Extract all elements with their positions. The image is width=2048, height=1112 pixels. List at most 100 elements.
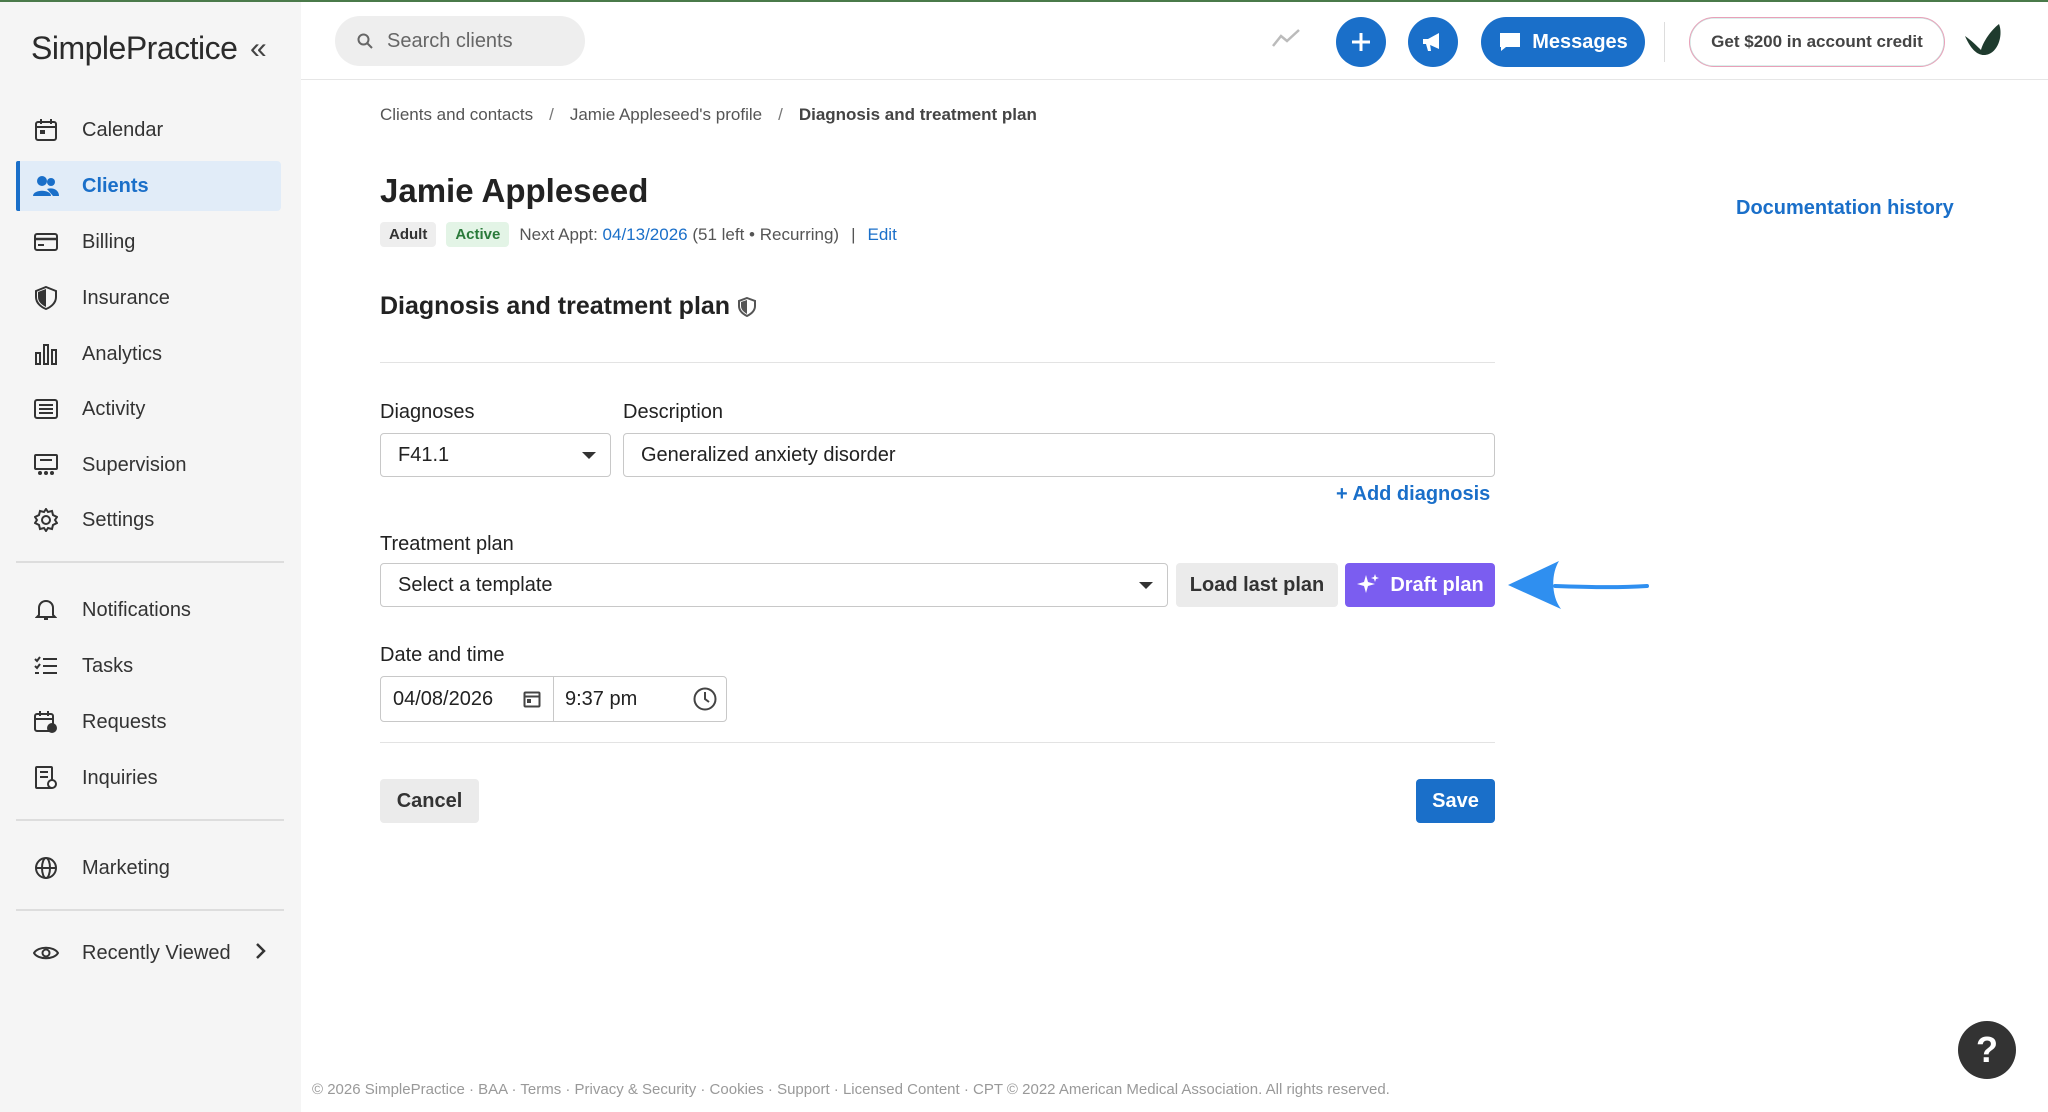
sidebar-item-tasks[interactable]: Tasks — [16, 641, 281, 691]
template-select-value: Select a template — [398, 573, 553, 596]
active-status-badge: Active — [446, 222, 510, 247]
help-button[interactable]: ? — [1958, 1021, 2016, 1079]
topbar-separator — [1664, 22, 1665, 62]
announcements-button[interactable] — [1408, 17, 1458, 67]
cancel-button[interactable]: Cancel — [380, 779, 479, 823]
sidebar-item-clients[interactable]: Clients — [16, 161, 281, 211]
section-divider — [380, 362, 1495, 363]
draft-plan-button[interactable]: Draft plan — [1345, 563, 1495, 607]
sidebar-divider — [16, 561, 284, 563]
sidebar-item-calendar[interactable]: Calendar — [16, 105, 281, 155]
sidebar-item-label: Settings — [82, 508, 155, 531]
next-appt-date-link[interactable]: 04/13/2026 — [603, 225, 688, 245]
sidebar-item-activity[interactable]: Activity — [16, 384, 281, 434]
sidebar-item-notifications[interactable]: Notifications — [16, 585, 281, 635]
sidebar-item-marketing[interactable]: Marketing — [16, 843, 281, 893]
add-diagnosis-button[interactable]: + Add diagnosis — [1336, 483, 1490, 506]
sidebar-item-supervision[interactable]: Supervision — [16, 440, 281, 490]
bell-icon — [32, 596, 60, 624]
form-divider — [380, 742, 1495, 743]
sidebar-divider — [16, 909, 284, 911]
calendar-icon[interactable] — [523, 690, 541, 708]
globe-icon — [32, 854, 60, 882]
diagnosis-code-select[interactable]: F41.1 — [380, 433, 611, 477]
diagnoses-label: Diagnoses — [380, 401, 475, 423]
save-button[interactable]: Save — [1416, 779, 1495, 823]
trend-icon[interactable] — [1271, 26, 1301, 55]
footer-text: © 2026 SimplePractice · BAA · Terms · Pr… — [312, 1081, 1390, 1098]
sidebar-item-requests[interactable]: Requests — [16, 697, 281, 747]
client-name: Jamie Appleseed — [380, 172, 649, 209]
diagnosis-code-value: F41.1 — [398, 443, 450, 466]
meta-separator: | — [851, 224, 856, 244]
supervision-icon — [32, 451, 60, 479]
search-box[interactable] — [335, 16, 585, 66]
sidebar-item-settings[interactable]: Settings — [16, 495, 281, 545]
sidebar-item-label: Tasks — [82, 654, 134, 677]
messages-button[interactable]: Messages — [1481, 17, 1645, 67]
sidebar-item-label: Billing — [82, 230, 136, 253]
collapse-sidebar-icon[interactable]: « — [250, 32, 267, 66]
messages-label: Messages — [1532, 30, 1628, 53]
description-field[interactable]: Generalized anxiety disorder — [623, 433, 1495, 477]
account-credit-button[interactable]: Get $200 in account credit — [1689, 17, 1945, 67]
breadcrumb: Clients and contacts / Jamie Appleseed's… — [380, 105, 1037, 125]
breadcrumb-separator: / — [778, 105, 783, 124]
sparkle-icon — [1356, 573, 1380, 597]
sidebar-item-recently-viewed[interactable]: Recently Viewed — [16, 928, 281, 978]
date-value: 04/08/2026 — [393, 687, 494, 710]
gear-icon — [32, 506, 60, 534]
breadcrumb-current: Diagnosis and treatment plan — [798, 105, 1037, 124]
sidebar-item-analytics[interactable]: Analytics — [16, 329, 281, 379]
sidebar-item-label: Analytics — [82, 342, 163, 365]
sidebar-item-label: Clients — [82, 174, 149, 197]
chat-icon — [1498, 31, 1522, 53]
megaphone-icon — [1423, 33, 1439, 51]
caret-down-icon — [1139, 582, 1153, 589]
caret-down-icon — [582, 452, 596, 459]
clock-icon[interactable] — [692, 686, 718, 712]
avatar[interactable] — [1961, 20, 2005, 69]
pointer-arrow-icon — [1505, 558, 1650, 617]
simplepractice-logo[interactable]: SimplePractice — [31, 30, 238, 67]
calendar-icon — [32, 116, 60, 144]
next-appt-label: Next Appt: — [519, 224, 598, 244]
top-bar: Messages Get $200 in account credit — [301, 0, 2048, 80]
sidebar-item-label: Recently Viewed — [82, 941, 231, 964]
load-last-plan-button[interactable]: Load last plan — [1176, 563, 1338, 607]
date-input[interactable]: 04/08/2026 — [381, 677, 554, 721]
template-select[interactable]: Select a template — [380, 563, 1168, 607]
sidebar-item-label: Marketing — [82, 856, 170, 879]
shield-icon — [32, 284, 60, 312]
description-value: Generalized anxiety disorder — [641, 443, 896, 466]
sidebar-item-inquiries[interactable]: Inquiries — [16, 753, 281, 803]
date-time-field: 04/08/2026 9:37 pm — [380, 676, 727, 722]
sidebar-item-insurance[interactable]: Insurance — [16, 273, 281, 323]
sidebar-item-label: Supervision — [82, 453, 187, 476]
time-input[interactable]: 9:37 pm — [554, 677, 726, 721]
description-label: Description — [623, 401, 724, 423]
clients-icon — [32, 172, 60, 200]
date-time-label: Date and time — [380, 644, 505, 666]
treatment-plan-label: Treatment plan — [380, 533, 514, 555]
time-value: 9:37 pm — [565, 687, 638, 710]
breadcrumb-clients-and-contacts[interactable]: Clients and contacts — [380, 105, 533, 125]
shield-icon — [738, 296, 757, 317]
sidebar-item-label: Activity — [82, 397, 146, 420]
breadcrumb-client-profile[interactable]: Jamie Appleseed's profile — [570, 105, 762, 125]
requests-icon — [32, 708, 60, 736]
sidebar-item-label: Notifications — [82, 598, 191, 621]
edit-client-link[interactable]: Edit — [868, 225, 897, 245]
billing-icon — [32, 228, 60, 256]
search-input[interactable] — [387, 29, 557, 53]
plus-icon — [1352, 33, 1370, 51]
sidebar-item-billing[interactable]: Billing — [16, 217, 281, 267]
sidebar-divider — [16, 819, 284, 821]
draft-plan-label: Draft plan — [1390, 573, 1484, 596]
documentation-history-link[interactable]: Documentation history — [1736, 197, 1954, 220]
sidebar-item-label: Inquiries — [82, 766, 158, 789]
chevron-right-icon — [255, 940, 267, 966]
tasks-icon — [32, 652, 60, 680]
add-button[interactable] — [1336, 17, 1386, 67]
next-appt-info: (51 left • Recurring) — [692, 224, 840, 244]
